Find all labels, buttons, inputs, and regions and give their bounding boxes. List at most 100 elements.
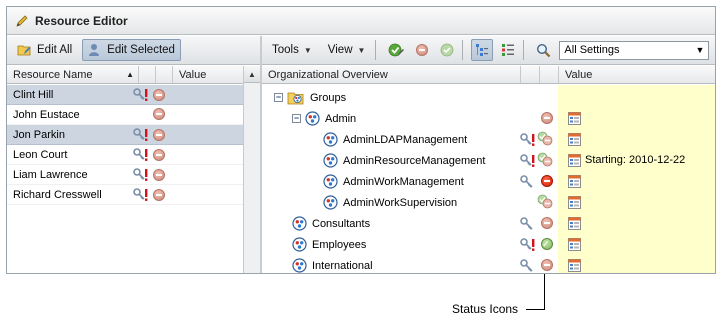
resource-list-header: Resource Name ▲ Value xyxy=(7,66,243,84)
window-title: Resource Editor xyxy=(35,13,128,28)
resource-name: John Eustace xyxy=(13,108,80,121)
edit-selected-button[interactable]: Edit Selected xyxy=(82,39,181,61)
tree-node[interactable]: − Groups xyxy=(262,87,715,108)
resource-row[interactable]: Jon Parkin xyxy=(7,125,243,145)
tree-status-icons xyxy=(520,175,556,189)
tree-node[interactable]: AdminWorkSupervision xyxy=(262,192,715,213)
reset-check-icon xyxy=(441,43,454,57)
deny-button[interactable] xyxy=(412,39,432,61)
view-caret-icon: ▼ xyxy=(357,45,366,55)
tools-label: Tools xyxy=(272,44,299,56)
tree-node[interactable]: − Admin xyxy=(262,108,715,129)
edit-all-button[interactable]: Edit All xyxy=(11,39,78,61)
status-column-2[interactable] xyxy=(540,66,559,83)
tree-node[interactable]: AdminResourceManagement Starting: 2010-12… xyxy=(262,150,715,171)
resource-row[interactable]: Clint Hill xyxy=(7,85,243,105)
stop-icon xyxy=(416,44,429,56)
tree-node-label: Admin xyxy=(325,112,357,125)
tree-node-label: Groups xyxy=(310,91,347,104)
value-editor-icon[interactable] xyxy=(568,196,581,212)
tree-node[interactable]: Consultants xyxy=(262,213,715,234)
key-alert-icon xyxy=(520,238,536,252)
check-pencil-icon xyxy=(389,43,405,57)
value-editor-icon[interactable] xyxy=(568,112,581,128)
group-icon xyxy=(323,132,338,147)
status-column-1[interactable] xyxy=(521,66,540,83)
key-alert-icon xyxy=(133,128,149,142)
resource-row[interactable]: Liam Lawrence xyxy=(7,165,243,185)
tree-node-label: Consultants xyxy=(312,217,371,230)
stop-icon xyxy=(541,112,553,124)
tree-node-label: AdminLDAPManagement xyxy=(343,133,468,146)
key-icon xyxy=(520,259,534,273)
check-stop-icon xyxy=(537,194,553,209)
stop-icon xyxy=(153,108,165,120)
key-alert-icon xyxy=(520,154,536,168)
value-column[interactable]: Value xyxy=(173,66,243,83)
key-icon xyxy=(520,175,534,189)
resource-status-icons xyxy=(153,108,165,120)
resource-name: Richard Cresswell xyxy=(13,188,102,201)
tree-node[interactable]: AdminLDAPManagement xyxy=(262,129,715,150)
view-label: View xyxy=(327,44,353,56)
check-icon: ✓ xyxy=(541,238,553,250)
resource-list-scrollbar[interactable]: ▲ xyxy=(243,66,260,273)
value-editor-icon[interactable] xyxy=(568,133,581,149)
title-bar: Resource Editor xyxy=(7,7,715,35)
stop-icon xyxy=(153,149,165,161)
resource-row[interactable]: John Eustace xyxy=(7,105,243,125)
search-button[interactable] xyxy=(532,39,555,61)
tree-status-icons xyxy=(520,259,556,273)
status-column-2[interactable] xyxy=(156,66,173,83)
resource-status-icons xyxy=(133,168,165,182)
key-alert-icon xyxy=(133,188,149,202)
value-editor-icon[interactable] xyxy=(568,154,581,170)
resource-name-column[interactable]: Resource Name ▲ xyxy=(7,66,139,83)
tree-node[interactable]: Employees ✓ xyxy=(262,234,715,255)
tree-node[interactable]: International xyxy=(262,255,715,273)
scroll-up-icon[interactable]: ▲ xyxy=(244,66,260,83)
settings-filter-select[interactable]: All Settings ▼ xyxy=(559,40,710,60)
tree-node-value: Starting: 2010-12-22 xyxy=(585,154,686,166)
tree-view-icon xyxy=(476,44,489,56)
tools-menu[interactable]: Tools ▼ xyxy=(266,39,318,61)
resource-row[interactable]: Leon Court xyxy=(7,145,243,165)
collapse-toggle-icon[interactable]: − xyxy=(292,114,301,123)
tools-caret-icon: ▼ xyxy=(303,45,312,55)
resource-list: Clint Hill John Eustace Jon Parkin Leon Cou… xyxy=(7,85,243,273)
stop-icon xyxy=(153,89,165,101)
reset-button[interactable] xyxy=(436,39,458,61)
resource-name: Leon Court xyxy=(13,148,68,161)
grid-view-button[interactable] xyxy=(497,39,519,61)
group-icon xyxy=(292,237,307,252)
resource-name-header: Resource Name xyxy=(13,68,93,81)
resource-row[interactable]: Richard Cresswell xyxy=(7,185,243,205)
value-editor-icon[interactable] xyxy=(568,259,581,273)
view-menu[interactable]: View ▼ xyxy=(322,39,372,61)
tree-node[interactable]: AdminWorkManagement xyxy=(262,171,715,192)
tree-node-label: International xyxy=(312,259,373,272)
organizational-overview-header: Organizational Overview xyxy=(268,68,388,81)
value-column[interactable]: Value xyxy=(559,66,715,83)
collapse-toggle-icon[interactable]: − xyxy=(274,93,283,102)
value-editor-icon[interactable] xyxy=(568,238,581,254)
value-editor-icon[interactable] xyxy=(568,217,581,233)
stop-icon xyxy=(541,259,553,271)
left-toolbar: Edit All Edit Selected xyxy=(7,36,260,65)
status-column-1[interactable] xyxy=(139,66,156,83)
approve-button[interactable] xyxy=(384,39,408,61)
folder-edit-icon xyxy=(17,45,31,56)
organizational-overview-column[interactable]: Organizational Overview xyxy=(262,66,521,83)
organization-tree: − Groups − Admin AdminLDAPManagement AdminRes… xyxy=(262,85,715,273)
tree-node-label: Employees xyxy=(312,238,367,251)
group-icon xyxy=(323,174,338,189)
resource-editor-window: Resource Editor Edit All Edit Selected T… xyxy=(6,6,716,274)
value-editor-icon[interactable] xyxy=(568,175,581,191)
right-toolbar: Tools ▼ View ▼ All Settings ▼ xyxy=(262,36,715,65)
callout-line xyxy=(526,309,545,310)
tree-view-button[interactable] xyxy=(471,39,494,61)
stop-icon xyxy=(153,129,165,141)
stop-icon xyxy=(153,189,165,201)
pencil-icon xyxy=(16,14,28,27)
settings-filter-value: All Settings xyxy=(564,44,620,56)
